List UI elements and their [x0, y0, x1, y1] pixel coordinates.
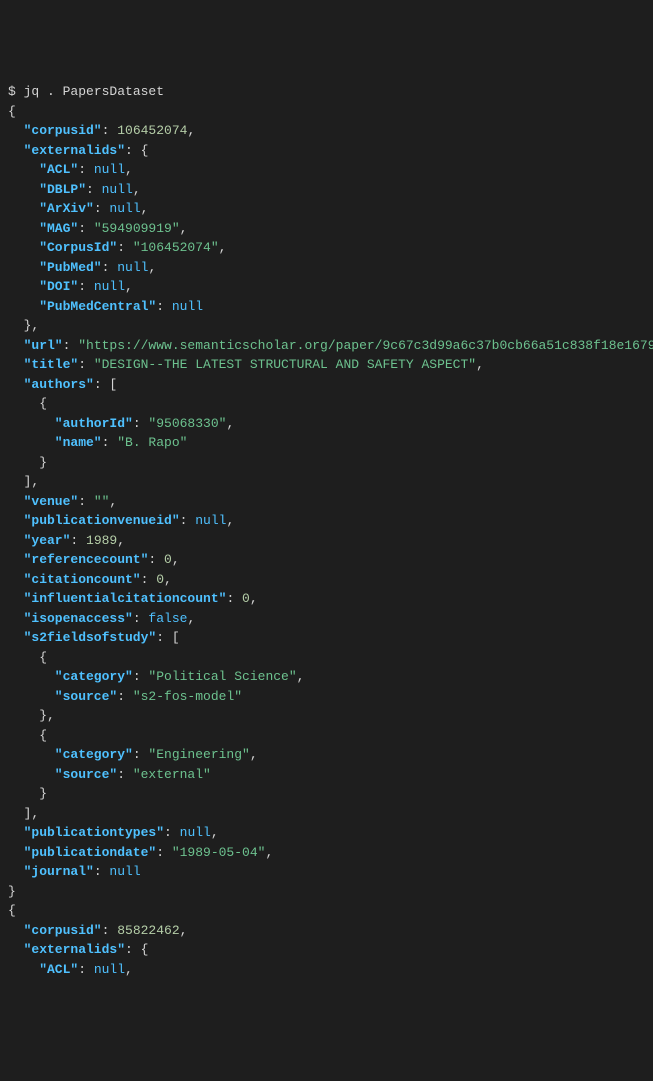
terminal-output: $ jq . PapersDataset{"corpusid": 1064520…	[8, 82, 645, 979]
